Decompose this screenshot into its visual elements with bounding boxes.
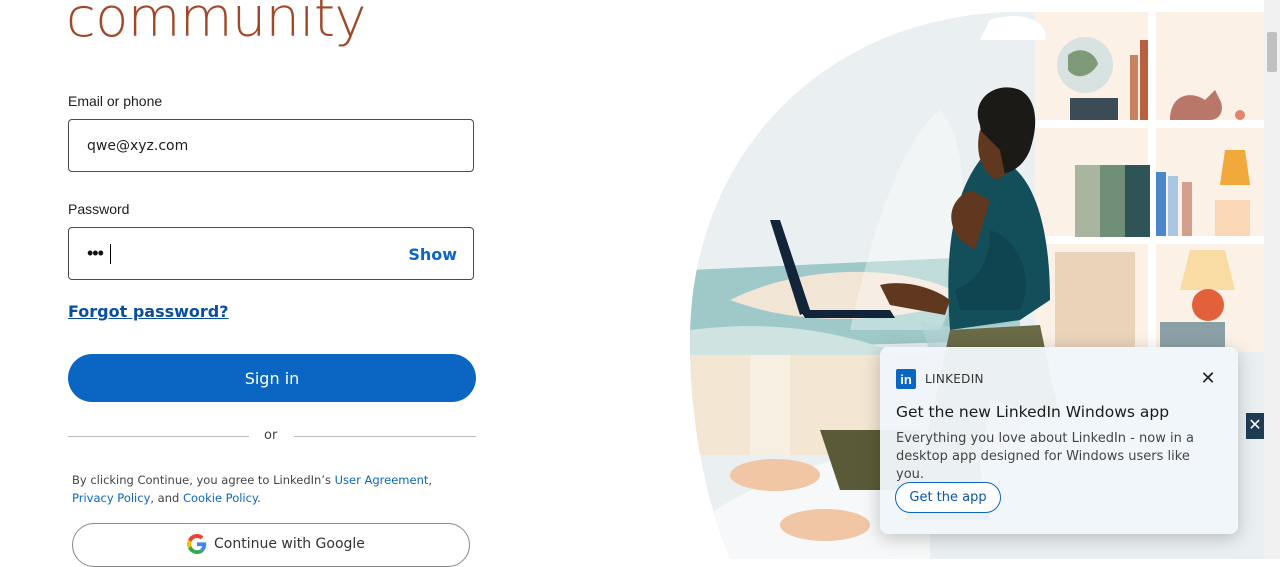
continue-with-google-button[interactable]: Continue with Google bbox=[72, 523, 470, 567]
google-g-icon bbox=[187, 534, 207, 554]
scrollbar-thumb[interactable] bbox=[1267, 32, 1277, 72]
page-headline: community bbox=[66, 0, 367, 49]
legal-comma: , bbox=[428, 473, 433, 487]
show-password-button[interactable]: Show bbox=[408, 245, 457, 264]
or-separator: or bbox=[264, 428, 278, 443]
text-caret bbox=[110, 244, 111, 264]
password-mask: ••• bbox=[87, 243, 104, 263]
sign-in-button[interactable]: Sign in bbox=[68, 354, 476, 402]
toast-body: Everything you love about LinkedIn - now… bbox=[896, 431, 1194, 482]
legal-and: , and bbox=[150, 491, 183, 505]
privacy-policy-link[interactable]: Privacy Policy bbox=[72, 491, 150, 505]
windows-app-toast: in LINKEDIN ✕ Get the new LinkedIn Windo… bbox=[880, 347, 1238, 534]
email-field[interactable] bbox=[87, 120, 407, 171]
cookie-policy-link[interactable]: Cookie Policy bbox=[183, 491, 257, 505]
divider-left bbox=[68, 436, 249, 437]
divider-right bbox=[294, 436, 476, 437]
email-label: Email or phone bbox=[68, 93, 163, 109]
side-close-icon[interactable]: ✕ bbox=[1246, 413, 1264, 439]
get-the-app-button[interactable]: Get the app bbox=[895, 482, 1001, 513]
linkedin-logo-icon: in bbox=[896, 369, 916, 389]
page-scrollbar[interactable] bbox=[1264, 0, 1280, 559]
email-field-box[interactable] bbox=[68, 119, 474, 172]
toast-title: Get the new LinkedIn Windows app bbox=[896, 403, 1170, 421]
google-button-label: Continue with Google bbox=[214, 536, 365, 552]
legal-end: . bbox=[257, 491, 261, 505]
legal-notice: By clicking Continue, you agree to Linke… bbox=[72, 471, 472, 507]
legal-prefix: By clicking Continue, you agree to Linke… bbox=[72, 473, 335, 487]
toast-brand: LINKEDIN bbox=[925, 372, 984, 386]
toast-close-button[interactable]: ✕ bbox=[1198, 369, 1218, 389]
password-label: Password bbox=[68, 201, 130, 217]
password-field[interactable]: ••• Show bbox=[68, 227, 474, 280]
user-agreement-link[interactable]: User Agreement bbox=[335, 473, 429, 487]
forgot-password-link[interactable]: Forgot password? bbox=[68, 302, 229, 321]
